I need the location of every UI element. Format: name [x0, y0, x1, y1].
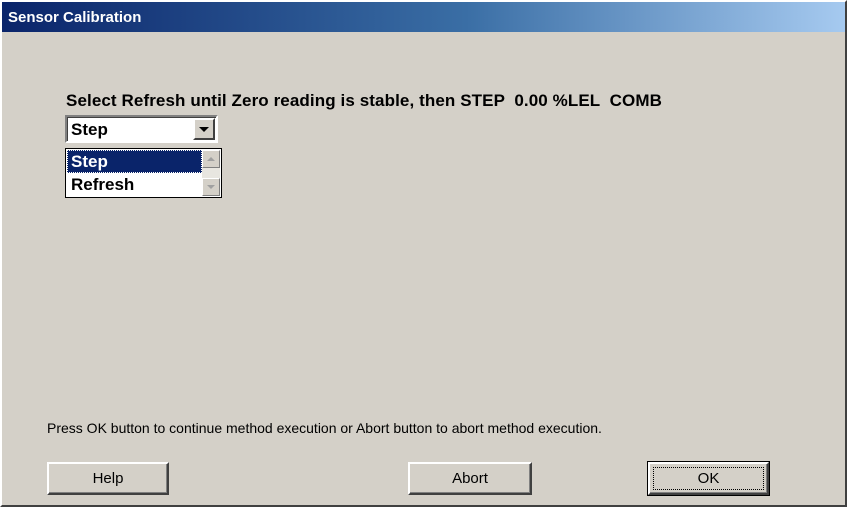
focus-rectangle — [653, 467, 764, 490]
sensor-calibration-dialog: Sensor Calibration Select Refresh until … — [0, 0, 847, 507]
title-bar[interactable]: Sensor Calibration — [2, 2, 845, 32]
chevron-down-icon — [199, 126, 209, 132]
abort-button[interactable]: Abort — [408, 462, 532, 495]
dropdown-scrollbar[interactable] — [202, 150, 220, 196]
chevron-down-icon — [207, 185, 215, 189]
list-item-refresh[interactable]: Refresh — [67, 173, 202, 196]
footer-message: Press OK button to continue method execu… — [47, 420, 602, 436]
list-item-step[interactable]: Step — [67, 150, 202, 173]
scroll-down-button[interactable] — [202, 178, 220, 196]
chevron-up-icon — [207, 157, 215, 161]
action-combobox[interactable]: Step — [65, 115, 218, 143]
window-title: Sensor Calibration — [8, 8, 142, 26]
scroll-up-button[interactable] — [202, 150, 220, 168]
combobox-value: Step — [71, 120, 108, 139]
ok-button[interactable]: OK — [647, 461, 770, 496]
instruction-text: Select Refresh until Zero reading is sta… — [66, 91, 662, 110]
action-dropdown-list[interactable]: Step Refresh — [65, 148, 222, 198]
combobox-dropdown-button[interactable] — [193, 118, 215, 140]
help-button[interactable]: Help — [47, 462, 169, 495]
